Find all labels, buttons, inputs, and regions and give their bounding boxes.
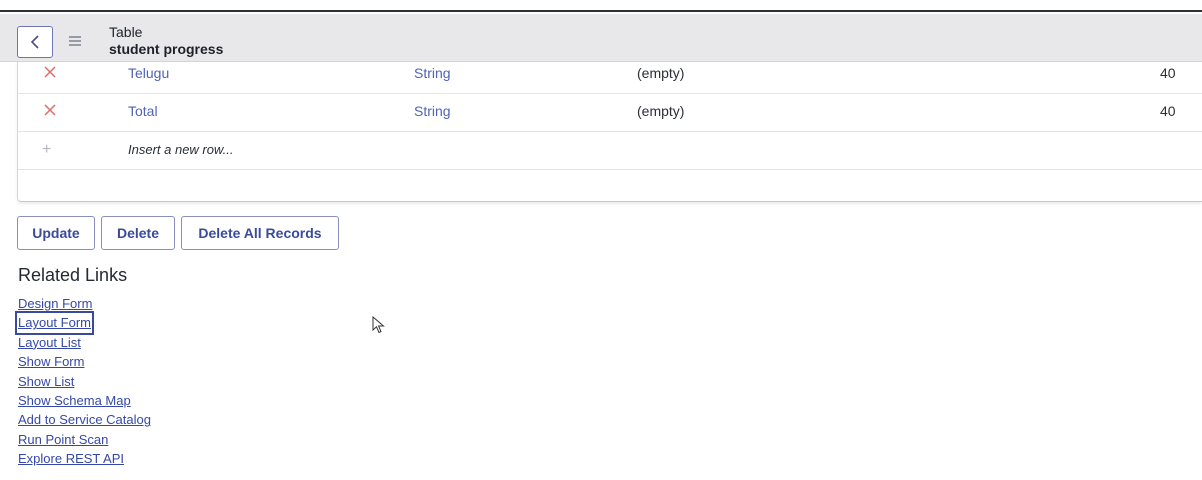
- back-button[interactable]: [17, 26, 53, 58]
- columns-table: Telugu String (empty) 40 Total String (e…: [17, 62, 1202, 202]
- plus-icon: +: [42, 141, 52, 158]
- layout-list-link[interactable]: Layout List: [18, 333, 151, 352]
- form-header: Table student progress: [0, 14, 1202, 62]
- column-default-value: (empty): [637, 65, 685, 81]
- show-form-link[interactable]: Show Form: [18, 352, 151, 371]
- run-point-scan-link[interactable]: Run Point Scan: [18, 430, 151, 449]
- column-name-link[interactable]: Total: [128, 103, 158, 119]
- chevron-left-icon: [30, 35, 39, 49]
- mouse-pointer-icon: [372, 316, 385, 334]
- insert-row[interactable]: + Insert a new row...: [18, 132, 1202, 170]
- insert-row-placeholder[interactable]: Insert a new row...: [128, 142, 234, 157]
- header-record-name: student progress: [109, 41, 224, 57]
- related-links-heading: Related Links: [18, 265, 128, 285]
- design-form-link[interactable]: Design Form: [18, 294, 151, 313]
- column-name-link[interactable]: Telugu: [128, 65, 169, 81]
- layout-form-link[interactable]: Layout Form: [15, 311, 94, 335]
- update-button[interactable]: Update: [17, 216, 95, 250]
- delete-row-icon[interactable]: [42, 64, 58, 80]
- column-type-link[interactable]: String: [414, 65, 451, 81]
- column-max-length: 40: [1160, 103, 1176, 119]
- column-max-length: 40: [1160, 65, 1176, 81]
- header-record-type: Table: [109, 24, 143, 40]
- top-rule: [0, 0, 1202, 12]
- add-to-service-catalog-link[interactable]: Add to Service Catalog: [18, 410, 151, 429]
- hamburger-menu-icon[interactable]: [66, 32, 84, 50]
- show-schema-map-link[interactable]: Show Schema Map: [18, 391, 151, 410]
- delete-row-icon[interactable]: [42, 102, 58, 118]
- column-default-value: (empty): [637, 103, 685, 119]
- table-row: Total String (empty) 40: [18, 94, 1202, 132]
- show-list-link[interactable]: Show List: [18, 372, 151, 391]
- table-row: Telugu String (empty) 40: [18, 56, 1202, 94]
- column-type-link[interactable]: String: [414, 103, 451, 119]
- related-links-list: Design Form Layout Form Layout List Show…: [15, 294, 151, 469]
- explore-rest-api-link[interactable]: Explore REST API: [18, 449, 151, 468]
- delete-button[interactable]: Delete: [101, 216, 175, 250]
- delete-all-records-button[interactable]: Delete All Records: [181, 216, 339, 250]
